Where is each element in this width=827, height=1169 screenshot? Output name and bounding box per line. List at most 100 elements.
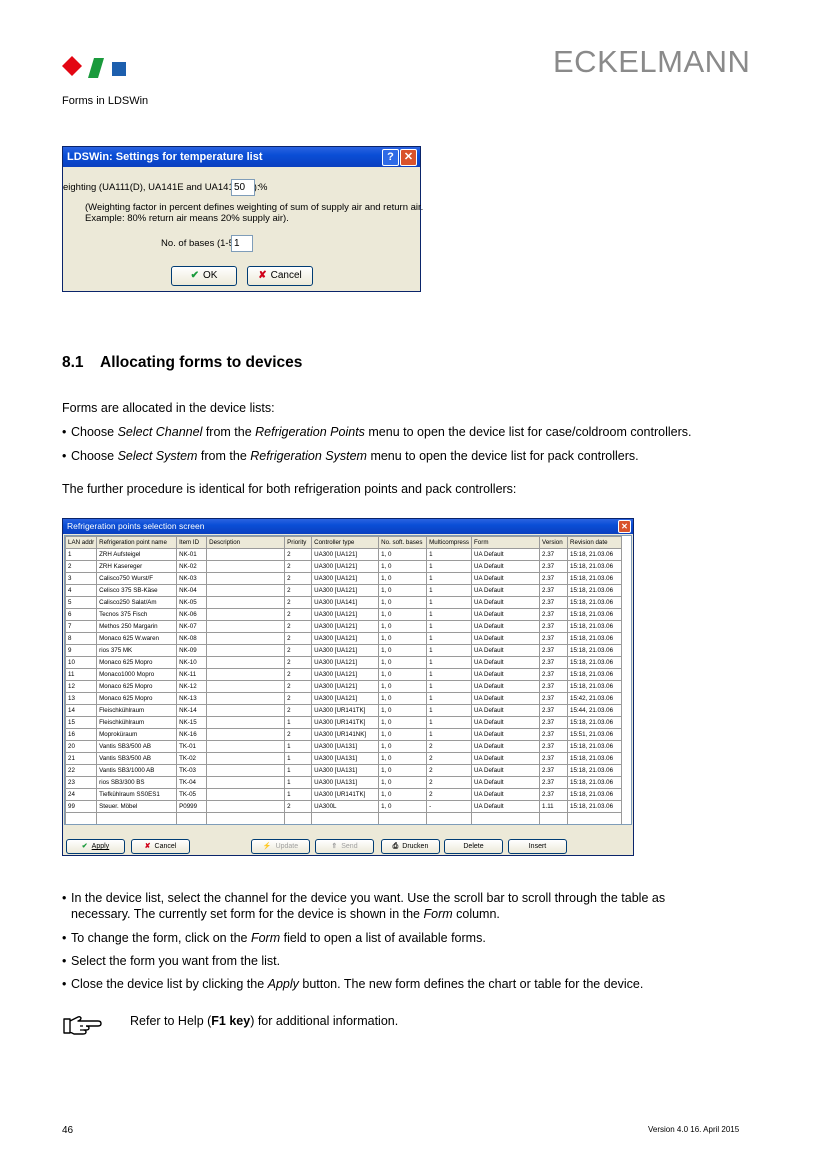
table-cell: UA Default [471, 704, 541, 717]
table-cell: 15:18, 21.03.06 [567, 764, 623, 777]
column-header[interactable]: Refrigeration point name [96, 536, 178, 549]
column-header[interactable]: Controller type [311, 536, 380, 549]
table-row[interactable]: 7 Methos 250 Margarin NK-07 2 UA300 [UA121] 1… [65, 620, 623, 633]
table-cell [206, 644, 286, 657]
table-cell: 1 [426, 572, 473, 585]
column-header[interactable]: Priority [284, 536, 313, 549]
weighting-note-line1: (Weighting factor in percent defines wei… [85, 202, 424, 213]
table-cell: 1 [426, 704, 473, 717]
table-row[interactable]: 24 Tiefkühlraum SS0ES1 TK-05 1 UA300 [UR141T… [65, 788, 623, 801]
table-row[interactable]: 6 Tecnos 375 Fisch NK-06 2 UA300 [UA121] 1, 0… [65, 608, 623, 621]
table-cell [567, 812, 623, 824]
table-cell: 15:18, 21.03.06 [567, 752, 623, 765]
table-row[interactable]: 5 Calisco250 Salat/Am NK-05 2 UA300 [UA141] 1… [65, 596, 623, 609]
table-cell: 2.37 [539, 716, 569, 729]
insert-label: Insert [528, 843, 547, 850]
table-cell: 2.37 [539, 608, 569, 621]
table-cell [427, 825, 472, 826]
apply-button[interactable]: ✔ Apply [66, 839, 125, 854]
table-cell: UA300 [UA121] [311, 656, 380, 669]
column-header[interactable]: Form [471, 536, 541, 549]
table-cell [284, 812, 313, 824]
table-cell: UA300 [UA121] [311, 680, 380, 693]
column-header[interactable]: Multicompress [426, 536, 473, 549]
insert-button[interactable]: Insert [508, 839, 567, 854]
table-row[interactable]: 22 Vantis SB3/1000 AB TK-03 1 UA300 [UA131] 1… [65, 764, 623, 777]
table-cell: 15:18, 21.03.06 [567, 596, 623, 609]
empty-row [65, 812, 623, 824]
table-row[interactable]: 20 Vantis SB3/500 AB TK-01 1 UA300 [UA131] 1,… [65, 740, 623, 753]
column-header[interactable]: Revision date [567, 536, 623, 549]
close-button[interactable]: ✕ [400, 149, 417, 166]
table-row[interactable]: 4 Celisco 375 SB-Käse NK-04 2 UA300 [UA121] 1… [65, 584, 623, 597]
table-cell [206, 680, 286, 693]
table-cell [206, 596, 286, 609]
cancel-button[interactable]: ✘ Cancel [247, 266, 313, 286]
table-cell [206, 704, 286, 717]
table-row[interactable]: 2 ZRH Kasereger NK-02 2 UA300 [UA121] 1, 0 1 UA… [65, 560, 623, 573]
update-button[interactable]: ⚡ Update [251, 839, 310, 854]
table-cell [206, 632, 286, 645]
table-cell: 2 [284, 584, 313, 597]
send-button[interactable]: ⇑ Send [315, 839, 374, 854]
table-row[interactable]: 99 Steuer. Möbel P0999 2 UA300L 1, 0- UA Defau… [65, 800, 623, 813]
print-button[interactable]: ⎙ Drucken [381, 839, 440, 854]
bases-input[interactable]: 1 [231, 235, 253, 252]
table-cell: 11 [65, 668, 98, 681]
column-header[interactable]: Description [206, 536, 286, 549]
table-cell [379, 825, 427, 826]
table-cell: Calisco750 Wurst/F [96, 572, 178, 585]
table-row[interactable]: 14 Fleischkühlraum NK-14 2 UA300 [UR141TK] 1,… [65, 704, 623, 717]
table-cell [285, 825, 312, 826]
table-cell: 1 [284, 740, 313, 753]
table-cell: Calisco250 Salat/Am [96, 596, 178, 609]
table-row[interactable]: 9 rios 375 MK NK-09 2 UA300 [UA121] 1, 0 1 UA D… [65, 644, 623, 657]
table-cell: 2 [284, 548, 313, 561]
version-info: Version 4.0 16. April 2015 [648, 1125, 740, 1134]
table-row[interactable]: 12 Monaco 625 Mopro NK-12 2 UA300 [UA121] 1, … [65, 680, 623, 693]
table-row[interactable]: 8 Monaco 625 W.waren NK-08 2 UA300 [UA121] 1,… [65, 632, 623, 645]
table-cell: - [426, 800, 473, 813]
table-row[interactable]: 15 Fleischkühlraum NK-15 1 UA300 [UR141TK] 1,… [65, 716, 623, 729]
table-cell: 2.37 [539, 728, 569, 741]
table-row[interactable]: 1 ZRH Aufsteigel NK-01 2 UA300 [UA121] 1, 01U… [65, 548, 623, 561]
table-row[interactable]: 3 Calisco750 Wurst/F NK-03 2 UA300 [UA121] 1,… [65, 572, 623, 585]
apply-label: Apply [91, 843, 110, 850]
weighting-unit: % [259, 182, 268, 193]
table-row[interactable]: 16 Moproküraum NK-16 2 UA300 [UR141NK] 1, 01U… [65, 728, 623, 741]
table-cell: 2.37 [539, 572, 569, 585]
column-header[interactable]: Version [539, 536, 569, 549]
table-cell: ZRH Kasereger [96, 560, 178, 573]
settings-dialog: LDSWin: Settings for temperature list ? … [62, 146, 424, 292]
table-cell: 2 [284, 728, 313, 741]
table-cell: TK-02 [176, 752, 208, 765]
table-cell: 1 [284, 752, 313, 765]
column-header[interactable]: Item ID [176, 536, 208, 549]
help-button[interactable]: ? [382, 149, 399, 166]
table-cell: UA Default [471, 560, 541, 573]
table-cell: 2 [284, 692, 313, 705]
device-table-area[interactable]: LAN addr Refrigeration point name Item ID D… [64, 535, 632, 825]
table-cell: 1, 0 [378, 632, 428, 645]
table-cell: NK-07 [176, 620, 208, 633]
table-cell: 99 [65, 800, 98, 813]
table-cell: UA Default [471, 644, 541, 657]
table-row[interactable]: 23 rios SB3/300 BS TK-04 1 UA300 [UA131] 1, 0… [65, 776, 623, 789]
column-header[interactable]: LAN addr [65, 536, 98, 549]
table-row[interactable]: 11 Monaco1000 Mopro NK-11 2 UA300 [UA121] 1, … [65, 668, 623, 681]
table-cell [472, 825, 540, 826]
close-button[interactable]: ✕ [618, 520, 631, 533]
table-row[interactable]: 21 Vantis SB3/500 AB TK-02 1 UA300 [UA131] 1,… [65, 752, 623, 765]
table-cell: NK-04 [176, 584, 208, 597]
delete-button[interactable]: Delete [444, 839, 503, 854]
table-cell: UA Default [471, 632, 541, 645]
table-cell: UA300 [UA121] [311, 608, 380, 621]
column-header[interactable]: No. soft. bases [378, 536, 428, 549]
table-row[interactable]: 10 Monaco 625 Mopro NK-10 2 UA300 [UA121] 1, … [65, 656, 623, 669]
table-row[interactable]: 13 Monaco 625 Mopro NK-13 2 UA300 [UA121] 1, … [65, 692, 623, 705]
table-cell: 1 [426, 644, 473, 657]
cancel-button[interactable]: ✘ Cancel [131, 839, 190, 854]
ok-button[interactable]: ✔ OK [171, 266, 237, 286]
table-cell: 15:18, 21.03.06 [567, 572, 623, 585]
weighting-input[interactable]: 50 [231, 179, 255, 196]
